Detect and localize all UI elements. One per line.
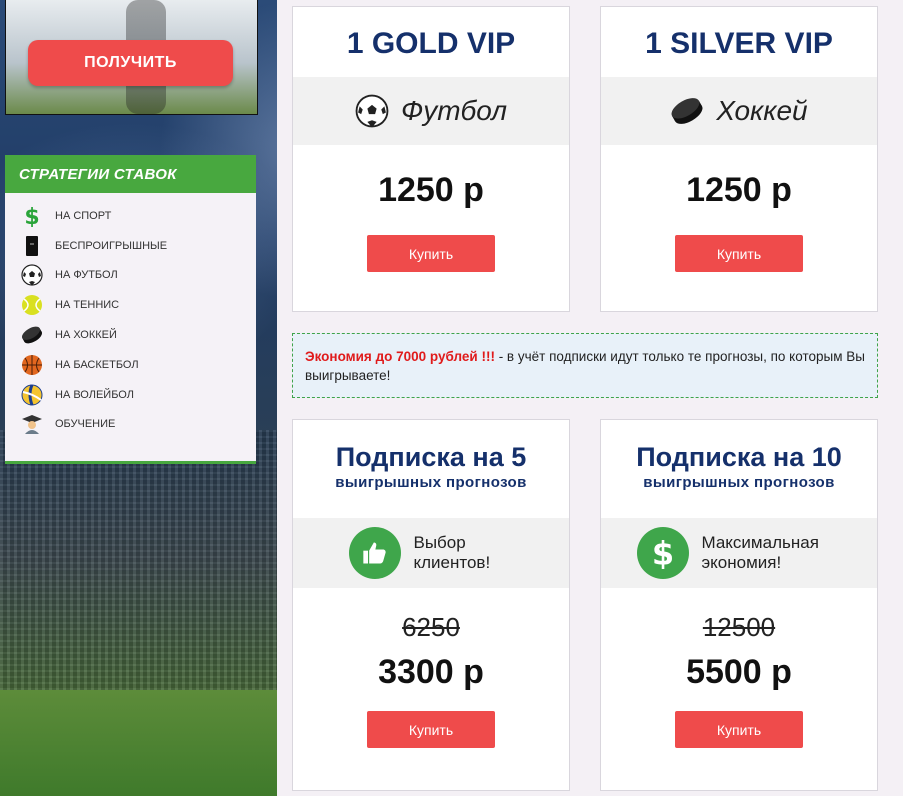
soccer-ball-icon [355, 94, 389, 128]
card-sport-band: Футбол [293, 77, 569, 145]
buy-button[interactable]: Купить [367, 711, 495, 748]
dollar-icon: $ [636, 527, 689, 579]
card-subtitle: выигрышных прогнозов [643, 474, 835, 491]
phone-icon [21, 235, 43, 257]
strategies-list: $ НА СПОРТ БЕСПРОИГРЫШНЫЕ НА ФУТБОЛ НА Т… [5, 193, 256, 439]
thumbs-up-icon [348, 527, 401, 579]
card-sport-label: Футбол [400, 95, 508, 126]
stadium-pitch [0, 690, 290, 796]
silver-vip-card: 1 SILVER VIP Хоккей 1250 р Купить [600, 6, 878, 312]
buy-button[interactable]: Купить [675, 711, 803, 748]
strategy-label: НА БАСКЕТБОЛ [55, 358, 139, 371]
card-feature-label: Максимальная экономия! [701, 533, 819, 572]
subscription-10-card: Подписка на 10 выигрышных прогнозов $ Ма… [600, 419, 878, 791]
svg-text:$: $ [24, 205, 39, 227]
card-feature-label: Выбор клиентов! [413, 533, 491, 572]
buy-button[interactable]: Купить [367, 235, 495, 272]
strategy-item-hockey[interactable]: НА ХОККЕЙ [5, 320, 256, 350]
card-sport-label: Хоккей [716, 95, 808, 126]
savings-notice: Экономия до 7000 рублей !!! - в учёт под… [292, 333, 878, 398]
strategy-label: НА ХОККЕЙ [55, 329, 117, 342]
strategies-title: СТРАТЕГИИ СТАВОК [5, 155, 256, 193]
graduate-icon [21, 413, 43, 435]
strategy-item-sport[interactable]: $ НА СПОРТ [5, 201, 256, 231]
tennis-ball-icon [21, 294, 43, 316]
strategy-label: ОБУЧЕНИЕ [55, 418, 116, 431]
card-feature-band: $ Максимальная экономия! [601, 518, 877, 588]
card-price: 1250 р [378, 171, 484, 209]
card-price: 1250 р [686, 171, 792, 209]
card-feature-band: Выбор клиентов! [293, 518, 569, 588]
strategy-label: НА ФУТБОЛ [55, 269, 118, 282]
card-sport-band: Хоккей [601, 77, 877, 145]
hockey-puck-icon [670, 94, 704, 128]
buy-button[interactable]: Купить [675, 235, 803, 272]
svg-text:$: $ [651, 537, 673, 569]
strategy-item-basketball[interactable]: НА БАСКЕТБОЛ [5, 350, 256, 380]
promo-banner: ПОЛУЧИТЬ [5, 0, 258, 115]
soccer-ball-icon [21, 264, 43, 287]
strategy-item-education[interactable]: ОБУЧЕНИЕ [5, 410, 256, 440]
card-title: Подписка на 10 [636, 442, 842, 472]
strategy-label: НА ВОЛЕЙБОЛ [55, 388, 134, 401]
card-price: 3300 р [378, 653, 484, 691]
gold-vip-card: 1 GOLD VIP Футбол 1250 р Купить [292, 6, 570, 312]
strategies-panel: СТРАТЕГИИ СТАВОК $ НА СПОРТ БЕСПРОИГРЫШН… [5, 155, 256, 464]
savings-highlight: Экономия до 7000 рублей !!! [305, 349, 495, 364]
card-title: 1 SILVER VIP [645, 27, 833, 60]
card-price: 5500 р [686, 653, 792, 691]
strategy-item-football[interactable]: НА ФУТБОЛ [5, 261, 256, 291]
hockey-puck-icon [21, 324, 43, 346]
dollar-icon: $ [21, 205, 43, 227]
volleyball-icon [21, 384, 43, 406]
strategy-label: НА ТЕННИС [55, 299, 120, 312]
strategy-label: НА СПОРТ [55, 209, 112, 222]
card-title: Подписка на 5 [335, 442, 527, 472]
strategy-item-no-loss[interactable]: БЕСПРОИГРЫШНЫЕ [5, 231, 256, 261]
card-old-price: 12500 [702, 612, 776, 642]
subscription-5-card: Подписка на 5 выигрышных прогнозов Выбор… [292, 419, 570, 791]
basketball-icon [21, 354, 43, 376]
stadium-crowd [0, 430, 290, 690]
strategy-label: БЕСПРОИГРЫШНЫЕ [55, 239, 168, 252]
card-subtitle: выигрышных прогнозов [335, 474, 527, 491]
card-title: 1 GOLD VIP [346, 27, 516, 60]
strategy-item-tennis[interactable]: НА ТЕННИС [5, 290, 256, 320]
card-old-price: 6250 [402, 612, 460, 642]
strategy-item-volleyball[interactable]: НА ВОЛЕЙБОЛ [5, 380, 256, 410]
get-button[interactable]: ПОЛУЧИТЬ [28, 40, 233, 86]
